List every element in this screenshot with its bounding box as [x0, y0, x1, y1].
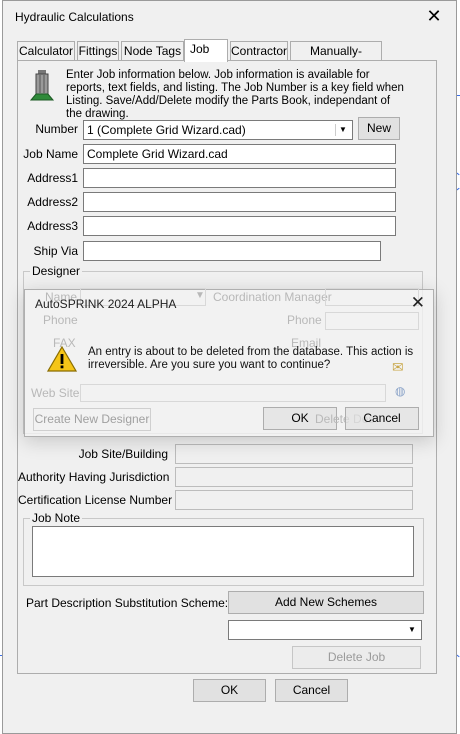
designer-group-label: Designer: [30, 264, 83, 278]
designer-web-site-label: Web Site: [31, 386, 80, 400]
coordination-manager-label: Coordination Manager: [213, 290, 332, 304]
designer-phone2-label: Phone: [287, 313, 322, 327]
ok-button[interactable]: OK: [193, 679, 266, 702]
address3-label: Address3: [27, 219, 78, 233]
coordination-manager-field[interactable]: [325, 288, 419, 306]
address3-field[interactable]: [83, 216, 396, 236]
chevron-down-icon: ▼: [408, 625, 416, 634]
scheme-select[interactable]: ▼: [228, 620, 422, 640]
create-new-designer-button[interactable]: Create New Designer: [33, 408, 151, 431]
number-label: Number: [35, 122, 78, 136]
close-icon[interactable]: ✕: [411, 293, 425, 313]
address2-field[interactable]: [83, 192, 396, 212]
ahj-label: Authority Having Jurisdiction: [18, 470, 170, 484]
job-site-field[interactable]: [175, 444, 413, 464]
building-icon: [28, 68, 56, 102]
delete-job-button[interactable]: Delete Job: [292, 646, 421, 669]
tab-manually-flowing[interactable]: Manually-Flowing: [290, 41, 382, 77]
address2-label: Address2: [27, 195, 78, 209]
tab-calculator[interactable]: Calculator: [17, 41, 75, 60]
job-name-field[interactable]: Complete Grid Wizard.cad: [83, 144, 396, 164]
chevron-down-icon: ▼: [335, 124, 350, 136]
tab-contractor[interactable]: Contractor: [230, 41, 288, 60]
add-new-schemes-button[interactable]: Add New Schemes: [228, 591, 424, 614]
dialog-title: AutoSPRINK 2024 ALPHA: [35, 297, 177, 311]
designer-web-site-field[interactable]: [80, 384, 386, 402]
tab-fittings[interactable]: Fittings: [77, 41, 119, 60]
window-title: Hydraulic Calculations: [15, 10, 134, 24]
ship-via-field[interactable]: [83, 241, 381, 261]
job-name-label: Job Name: [23, 147, 78, 161]
ahj-field[interactable]: [175, 467, 413, 487]
dialog-message: An entry is about to be deleted from the…: [88, 346, 414, 371]
address1-field[interactable]: [83, 168, 396, 188]
confirm-delete-dialog: Name ▼ Coordination Manager AutoSPRINK 2…: [24, 288, 434, 437]
close-icon[interactable]: ✕: [424, 6, 444, 26]
globe-icon: ◍: [395, 384, 406, 398]
job-number-value: 1 (Complete Grid Wizard.cad): [87, 123, 246, 137]
tab-job[interactable]: Job: [184, 39, 228, 62]
job-note-label: Job Note: [30, 511, 83, 525]
certification-field[interactable]: [175, 490, 413, 510]
tab-node-tags[interactable]: Node Tags: [121, 41, 184, 60]
envelope-icon: ✉: [392, 359, 404, 375]
part-description-label: Part Description Substitution Scheme:: [26, 596, 229, 610]
chevron-down-icon: ▼: [195, 290, 205, 301]
job-site-label: Job Site/Building: [78, 447, 168, 461]
warning-icon: [46, 345, 78, 373]
cancel-button[interactable]: Cancel: [275, 679, 348, 702]
new-job-button[interactable]: New: [358, 117, 400, 140]
job-info-text: Enter Job information below. Job informa…: [66, 69, 404, 120]
ship-via-label: Ship Via: [33, 244, 78, 258]
job-number-select[interactable]: 1 (Complete Grid Wizard.cad) ▼: [83, 120, 353, 140]
dialog-cancel-button[interactable]: Cancel: [345, 407, 419, 430]
address1-label: Address1: [27, 171, 78, 185]
job-note-field[interactable]: [32, 526, 414, 577]
title-bar: Hydraulic Calculations ✕: [3, 1, 456, 33]
certification-label: Certification License Number: [18, 493, 173, 507]
designer-phone-label: Phone: [43, 313, 78, 327]
designer-phone2-field[interactable]: [325, 312, 419, 330]
